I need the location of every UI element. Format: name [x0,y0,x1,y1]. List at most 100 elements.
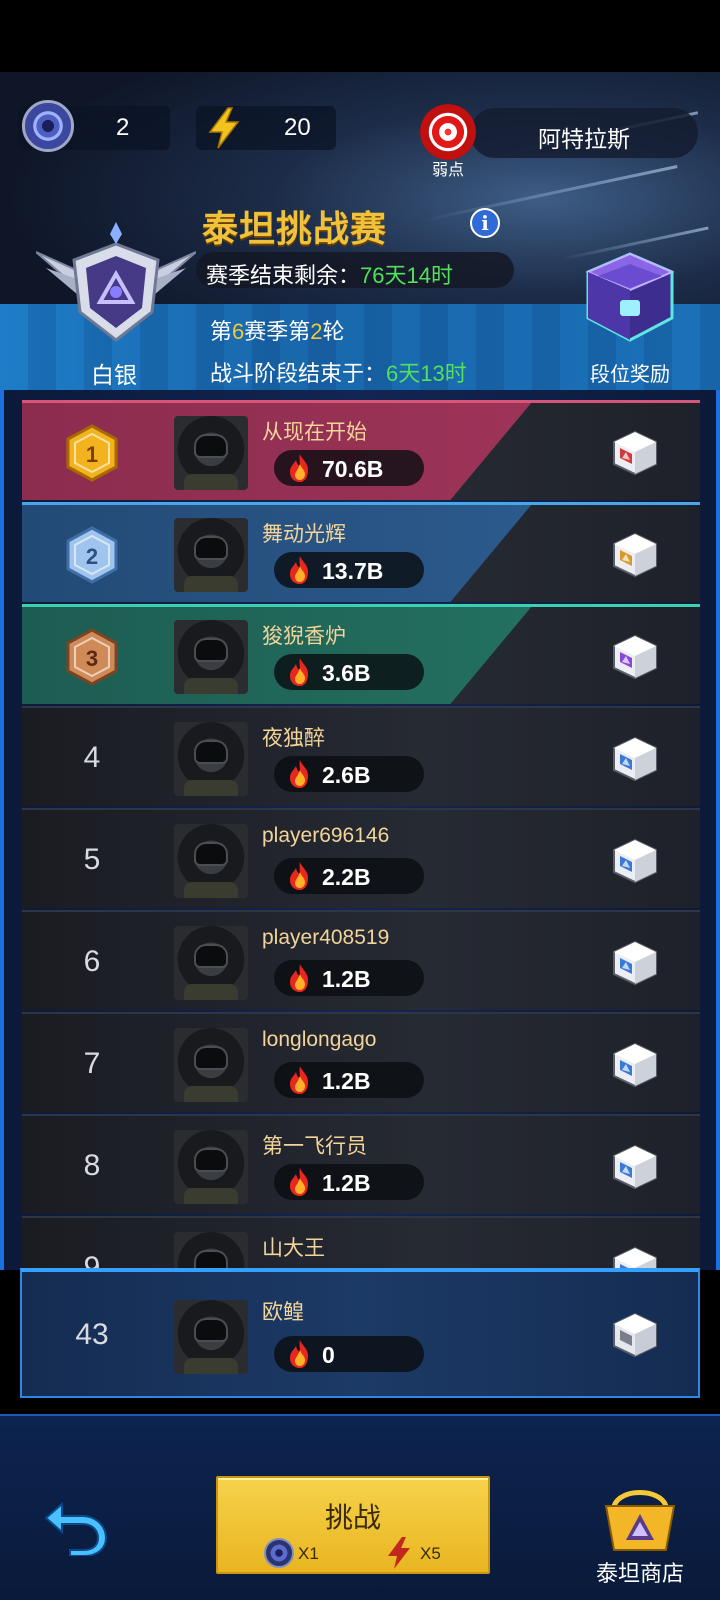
leaderboard-row[interactable]: 7 longlongago 1.2B [22,1012,700,1112]
rank-number: 8 [83,1149,101,1182]
reward-chest-icon[interactable] [612,532,658,578]
titan-shop-label[interactable]: 泰坦商店 [588,1556,692,1588]
fire-icon [290,1066,308,1094]
rank-number: 9 [83,1251,101,1272]
leaderboard-row[interactable]: 5 player696146 2.2B [22,808,700,908]
my-rank-number: 43 [75,1318,109,1351]
player-name: longlongago [262,1028,377,1051]
vortex-count: 2 [116,114,130,141]
player-avatar[interactable] [174,1028,248,1102]
power-value: 1.2B [322,1170,371,1196]
lightning-bolt-icon [208,107,240,149]
titan-shop-basket-icon[interactable] [600,1484,680,1554]
player-name: 夜独醉 [262,727,325,750]
power-value: 70.6B [322,456,384,482]
my-power-value: 0 [322,1342,335,1368]
player-name: 山大王 [262,1237,325,1260]
reward-chest-icon[interactable] [612,736,658,782]
player-name: 第一飞行员 [262,1135,367,1158]
leaderboard-list[interactable]: 1 从现在开始 70.6B 2 舞动光辉 13.7B 3 狻猊香炉 3.6B 4 夜独醉 2.6B 5 p… [22,400,700,1272]
battle-phase-countdown: 战斗阶段结束于：6天13时 [210,356,467,388]
power-value: 13.7B [322,558,384,584]
energy-count: 20 [284,114,311,141]
rank-medal-icon: 2 [66,526,118,584]
phase-label: 战斗阶段结束于： [210,361,387,386]
rank-medal-icon: 1 [66,424,118,482]
info-icon[interactable]: i [470,208,500,238]
reward-chest-icon[interactable] [612,430,658,476]
power-value: 1.2B [322,1068,371,1094]
player-name: player408519 [262,926,390,949]
weak-point-target-icon[interactable] [420,104,476,160]
back-arrow-icon[interactable] [40,1496,110,1556]
my-avatar[interactable] [174,1300,248,1374]
vortex-currency-icon [22,100,74,152]
player-avatar[interactable] [174,1232,248,1272]
leaderboard-row[interactable]: 1 从现在开始 70.6B [22,400,700,500]
season-countdown: 赛季结束剩余：76天14时 [206,258,453,290]
fire-icon [290,1340,308,1368]
rank-number: 4 [83,741,101,774]
player-avatar[interactable] [174,926,248,1000]
my-rank-row: 43 欧鳇 0 [20,1268,700,1398]
leaderboard-row[interactable]: 9 山大王 [22,1216,700,1272]
rank-number: 7 [83,1047,101,1080]
player-name: 从现在开始 [262,421,367,444]
status-bar [0,0,720,72]
rank-number: 3 [86,646,98,671]
phase-value: 6天13时 [386,361,467,386]
player-name: 舞动光辉 [262,523,346,546]
fire-icon [290,1168,308,1196]
row-top-strip [22,400,700,403]
round-text: 第 [210,319,233,344]
season-countdown-label: 赛季结束剩余： [206,263,361,288]
player-avatar[interactable] [174,620,248,694]
silver-rank-badge-icon [36,222,196,342]
reward-chest-icon[interactable] [612,940,658,986]
reward-chest-icon[interactable] [612,1042,658,1088]
boss-name[interactable]: 阿特拉斯 [470,120,698,154]
lightning-bolt-icon [388,1537,410,1569]
power-value: 2.2B [322,864,371,890]
reward-chest-icon[interactable] [612,838,658,884]
event-title: 泰坦挑战赛 [202,208,388,249]
reward-chest-icon[interactable] [612,634,658,680]
player-avatar[interactable] [174,416,248,490]
vortex-cost: X1 [298,1544,319,1563]
round-number: 2 [310,319,323,344]
fire-icon [290,454,308,482]
reward-chest-icon[interactable] [612,1312,658,1358]
leaderboard-panel: 1 从现在开始 70.6B 2 舞动光辉 13.7B 3 狻猊香炉 3.6B 4 夜独醉 2.6B 5 p… [0,390,720,1272]
weak-point-label: 弱点 [431,162,464,179]
leaderboard-row[interactable]: 8 第一飞行员 1.2B [22,1114,700,1214]
leaderboard-row[interactable]: 6 player408519 1.2B [22,910,700,1010]
fire-icon [290,556,308,584]
player-avatar[interactable] [174,824,248,898]
power-value: 1.2B [322,966,371,992]
leaderboard-row[interactable]: 4 夜独醉 2.6B [22,706,700,806]
rank-medal-icon: 3 [66,628,118,686]
player-avatar[interactable] [174,722,248,796]
reward-chest-icon[interactable] [612,1144,658,1190]
rank-number: 2 [86,544,98,569]
row-top-strip [22,502,700,505]
round-info: 第6赛季第2轮 [210,314,345,346]
energy-cost: X5 [420,1544,441,1563]
round-text: 赛季第 [244,319,311,344]
my-player-name: 欧鳇 [262,1301,304,1324]
rank-number: 6 [83,945,101,978]
row-top-strip [22,604,700,607]
season-countdown-value: 76天14时 [360,263,453,288]
challenge-button-label: 挑战 [324,1502,381,1533]
rank-reward-label[interactable]: 段位奖励 [574,358,686,387]
leaderboard-row[interactable]: 2 舞动光辉 13.7B [22,502,700,602]
power-value: 2.6B [322,762,371,788]
power-value: 3.6B [322,660,371,686]
player-avatar[interactable] [174,1130,248,1204]
rank-number: 5 [83,843,101,876]
rank-reward-chest-icon[interactable] [580,248,680,348]
leaderboard-row[interactable]: 3 狻猊香炉 3.6B [22,604,700,704]
player-avatar[interactable] [174,518,248,592]
fire-icon [290,964,308,992]
fire-icon [290,658,308,686]
